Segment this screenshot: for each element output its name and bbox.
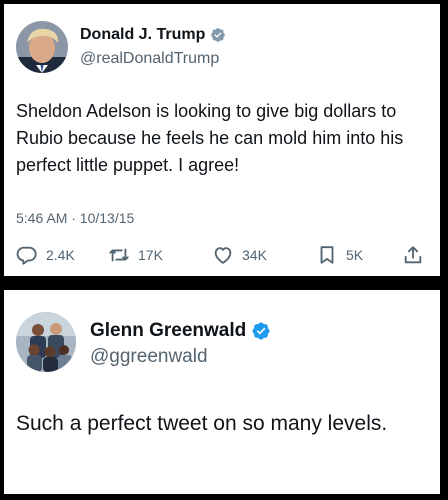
author-row: Donald J. Trump xyxy=(80,26,226,44)
avatar-trump[interactable] xyxy=(16,21,68,73)
bookmark-count: 5K xyxy=(346,247,364,263)
reply-button[interactable]: 2.4K xyxy=(16,244,75,266)
retweet-button[interactable]: 17K xyxy=(108,244,163,266)
bookmark-icon xyxy=(320,246,334,264)
reply-count: 2.4K xyxy=(46,247,75,263)
screenshot-frame: Donald J. Trump @realDonaldTrump Sheldon… xyxy=(0,0,448,500)
author-row: Glenn Greenwald xyxy=(90,320,271,342)
tweet-text: Sheldon Adelson is looking to give big d… xyxy=(16,101,404,175)
action-bar: 2.4K 17K 34K 5K xyxy=(16,244,428,268)
retweet-count: 17K xyxy=(138,247,163,263)
share-button[interactable] xyxy=(402,244,424,266)
verified-badge-icon xyxy=(251,321,271,341)
timestamp[interactable]: 5:46 AM · 10/13/15 xyxy=(16,210,134,226)
tweet-text: Such a perfect tweet on so many levels. xyxy=(16,412,388,435)
share-icon xyxy=(404,246,422,264)
tweet-card-greenwald: Glenn Greenwald @ggreenwald Such a perfe… xyxy=(4,290,440,494)
handle[interactable]: @ggreenwald xyxy=(90,346,208,368)
display-name[interactable]: Donald J. Trump xyxy=(80,26,205,44)
display-name[interactable]: Glenn Greenwald xyxy=(90,320,246,342)
handle[interactable]: @realDonaldTrump xyxy=(80,50,219,68)
verified-badge-icon xyxy=(210,27,226,43)
reply-icon xyxy=(16,246,37,265)
like-button[interactable]: 34K xyxy=(212,244,267,266)
heart-icon xyxy=(214,247,232,264)
tweet-card-trump: Donald J. Trump @realDonaldTrump Sheldon… xyxy=(4,4,440,276)
avatar-greenwald[interactable] xyxy=(16,312,76,372)
like-count: 34K xyxy=(242,247,267,263)
retweet-icon xyxy=(109,248,129,262)
bookmark-button[interactable]: 5K xyxy=(316,244,363,266)
